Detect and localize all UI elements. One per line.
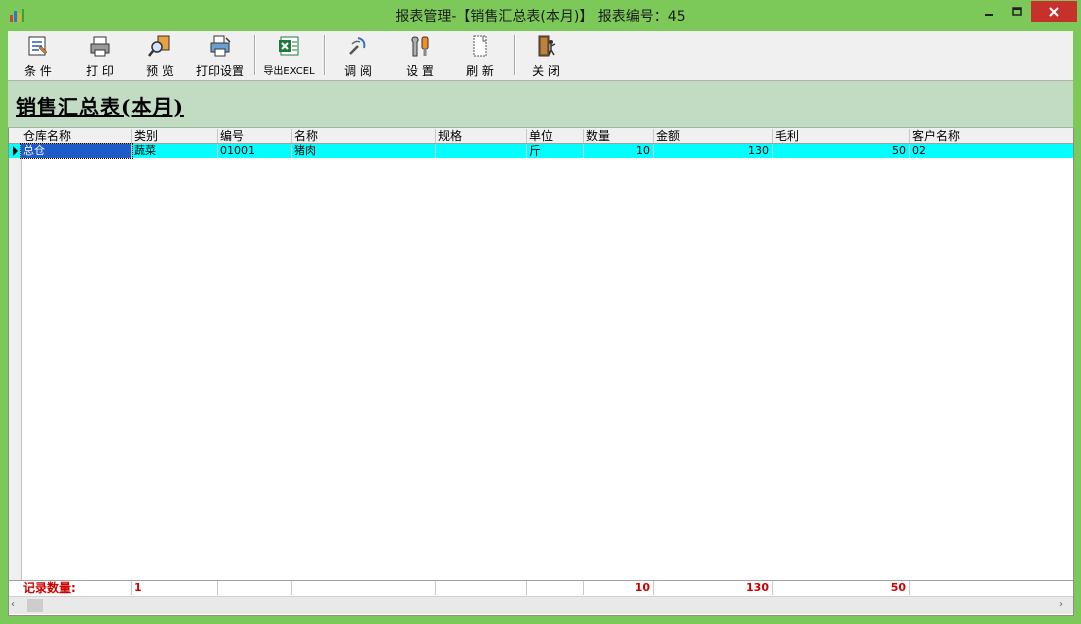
footer-empty-cell bbox=[527, 581, 584, 595]
cell-amount[interactable]: 130 bbox=[654, 144, 773, 158]
app-window: 报表管理-【销售汇总表(本月)】 报表编号：45 条 件 打 印 预 览 打印设… bbox=[0, 0, 1081, 624]
cell-customer[interactable]: 02 bbox=[910, 144, 1073, 158]
horizontal-scrollbar[interactable]: ‹ › bbox=[9, 596, 1073, 614]
column-header-customer[interactable]: 客户名称 bbox=[910, 129, 1073, 143]
toolbar-separator bbox=[324, 35, 326, 75]
row-header-column bbox=[9, 128, 22, 595]
toolbar-separator bbox=[514, 35, 516, 75]
refresh-icon bbox=[473, 35, 487, 57]
column-header-qty[interactable]: 数量 bbox=[584, 129, 654, 143]
export-excel-label: 导出EXCEL bbox=[263, 66, 315, 77]
footer-empty-cell bbox=[436, 581, 527, 595]
footer-count-value: 1 bbox=[132, 581, 218, 595]
exit-icon bbox=[538, 35, 556, 57]
column-header-profit[interactable]: 毛利 bbox=[773, 129, 910, 143]
report-title: 销售汇总表(本月) bbox=[16, 95, 184, 119]
cell-warehouse[interactable]: 总仓 bbox=[20, 143, 133, 159]
column-header-code[interactable]: 编号 bbox=[218, 129, 292, 143]
maximize-button[interactable] bbox=[1003, 1, 1031, 23]
print-settings-label: 打印设置 bbox=[195, 64, 244, 78]
close-report-label: 关 闭 bbox=[532, 64, 560, 78]
footer-empty-cell bbox=[218, 581, 292, 595]
column-header-unit[interactable]: 单位 bbox=[527, 129, 584, 143]
cell-spec[interactable] bbox=[436, 144, 527, 158]
export-excel-button[interactable]: 导出EXCEL bbox=[260, 34, 318, 78]
print-settings-button[interactable]: 打印设置 bbox=[194, 34, 246, 78]
review-button[interactable]: 调 阅 bbox=[332, 34, 384, 78]
settings-button[interactable]: 设 置 bbox=[394, 34, 446, 78]
cell-category[interactable]: 蔬菜 bbox=[132, 144, 218, 158]
review-label: 调 阅 bbox=[344, 64, 372, 78]
close-icon bbox=[1049, 6, 1059, 17]
cell-profit[interactable]: 50 bbox=[773, 144, 910, 158]
preview-icon bbox=[148, 35, 170, 57]
footer-profit-total: 50 bbox=[773, 581, 910, 595]
column-header-amount[interactable]: 金额 bbox=[654, 129, 773, 143]
grid-footer: 记录数量: 1 10 130 50 bbox=[9, 580, 1073, 596]
maximize-icon bbox=[1012, 7, 1022, 16]
cell-name[interactable]: 猪肉 bbox=[292, 144, 436, 158]
column-header-warehouse[interactable]: 仓库名称 bbox=[21, 129, 132, 143]
scroll-left-icon[interactable]: ‹ bbox=[11, 600, 21, 610]
toolbar-separator bbox=[254, 35, 256, 75]
review-icon bbox=[349, 37, 366, 55]
footer-qty-total: 10 bbox=[584, 581, 654, 595]
close-button[interactable] bbox=[1031, 1, 1077, 22]
footer-empty-cell bbox=[910, 581, 1073, 595]
scrollbar-thumb[interactable] bbox=[27, 599, 43, 612]
footer-amount-total: 130 bbox=[654, 581, 773, 595]
grid-header: 仓库名称 类别 编号 名称 规格 单位 数量 金额 毛利 客户名称 bbox=[9, 128, 1073, 144]
column-header-name[interactable]: 名称 bbox=[292, 129, 436, 143]
cell-qty[interactable]: 10 bbox=[584, 144, 654, 158]
cell-unit[interactable]: 斤 bbox=[527, 144, 584, 158]
print-label: 打 印 bbox=[86, 64, 114, 78]
client-area: 条 件 打 印 预 览 打印设置 导出EXCEL 调 阅 设 置 刷 新 关 闭… bbox=[8, 31, 1074, 616]
table-row[interactable]: 总仓 蔬菜 01001 猪肉 斤 10 130 50 02 bbox=[9, 143, 1073, 159]
settings-label: 设 置 bbox=[406, 64, 434, 78]
settings-icon bbox=[411, 36, 429, 57]
cell-code[interactable]: 01001 bbox=[218, 144, 292, 158]
print-button[interactable]: 打 印 bbox=[74, 34, 126, 78]
column-header-category[interactable]: 类别 bbox=[132, 129, 218, 143]
toolbar: 条 件 打 印 预 览 打印设置 导出EXCEL 调 阅 设 置 刷 新 关 闭 bbox=[8, 31, 1073, 81]
minimize-icon bbox=[985, 14, 993, 16]
printer-icon bbox=[90, 36, 110, 57]
footer-count-label: 记录数量: bbox=[21, 581, 132, 595]
refresh-button[interactable]: 刷 新 bbox=[454, 34, 506, 78]
print-settings-icon bbox=[210, 35, 231, 57]
data-grid[interactable]: 仓库名称 类别 编号 名称 规格 单位 数量 金额 毛利 客户名称 总仓 蔬菜 … bbox=[8, 128, 1074, 616]
minimize-button[interactable] bbox=[975, 1, 1003, 23]
refresh-label: 刷 新 bbox=[466, 64, 494, 78]
title-bar[interactable]: 报表管理-【销售汇总表(本月)】 报表编号：45 bbox=[0, 0, 1081, 31]
window-title: 报表管理-【销售汇总表(本月)】 报表编号：45 bbox=[395, 9, 686, 25]
filter-button[interactable]: 条 件 bbox=[12, 34, 64, 78]
filter-label: 条 件 bbox=[24, 64, 52, 78]
report-banner: 销售汇总表(本月) bbox=[8, 81, 1073, 128]
preview-label: 预 览 bbox=[146, 64, 174, 78]
scroll-right-icon[interactable]: › bbox=[1059, 600, 1069, 610]
close-report-button[interactable]: 关 闭 bbox=[520, 34, 572, 78]
excel-icon bbox=[279, 36, 299, 56]
current-row-indicator-icon bbox=[13, 146, 18, 156]
preview-button[interactable]: 预 览 bbox=[134, 34, 186, 78]
filter-icon bbox=[28, 36, 48, 56]
footer-empty-cell bbox=[292, 581, 436, 595]
column-header-spec[interactable]: 规格 bbox=[436, 129, 527, 143]
